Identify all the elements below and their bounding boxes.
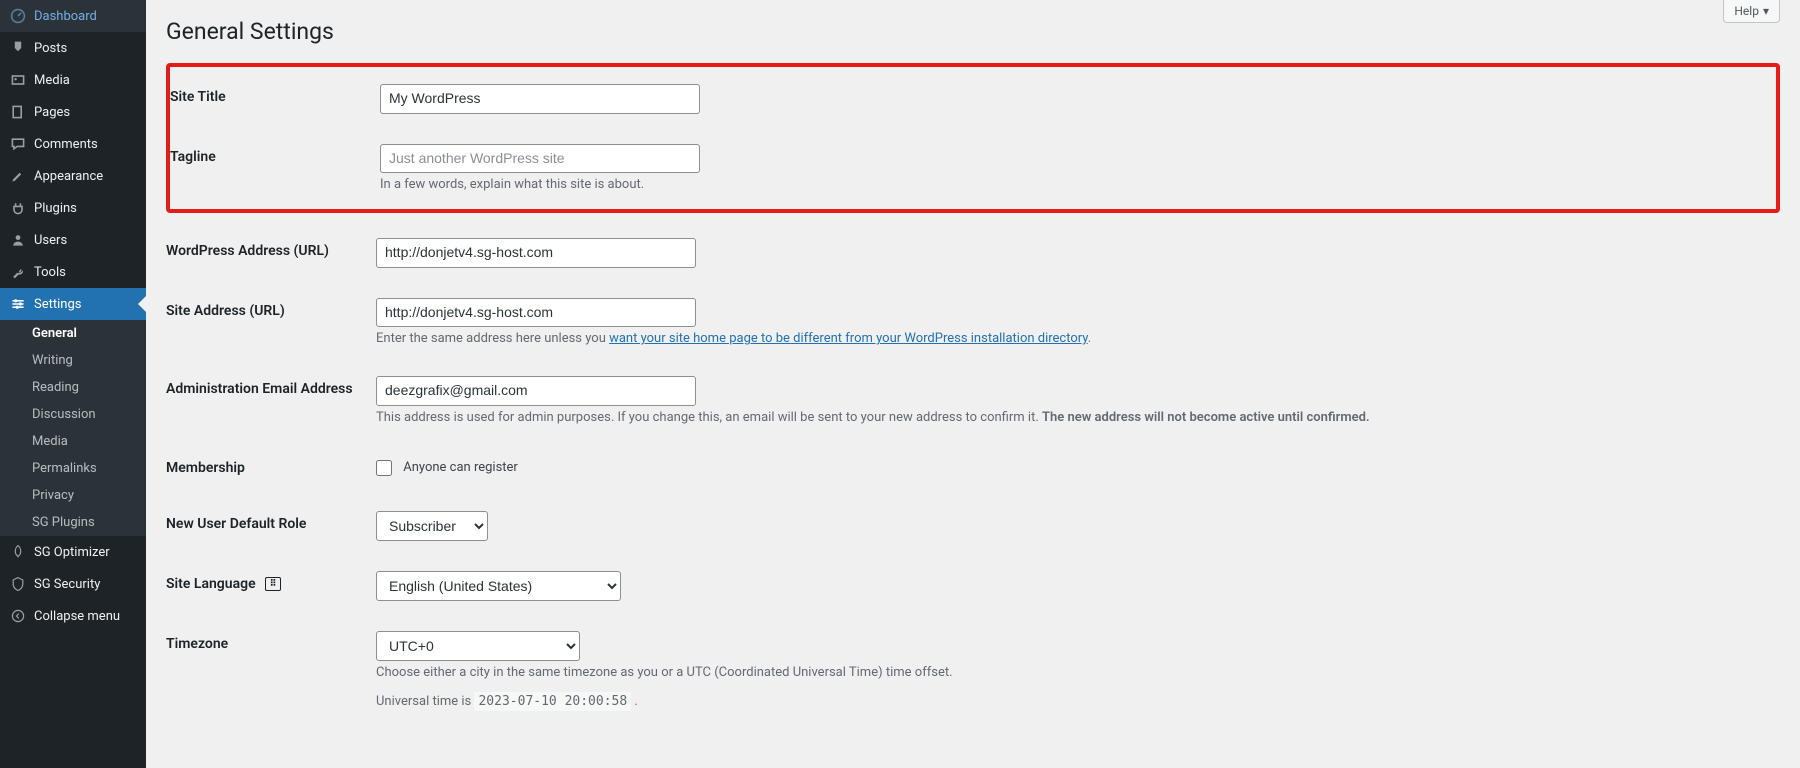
sidebar-item-sg-optimizer[interactable]: SG Optimizer xyxy=(0,536,146,568)
sidebar-item-label: Settings xyxy=(34,297,81,312)
sidebar-item-posts[interactable]: Posts xyxy=(0,32,146,64)
timezone-select[interactable]: UTC+0 xyxy=(376,631,580,661)
wp-address-input[interactable] xyxy=(376,238,696,268)
sidebar-item-appearance[interactable]: Appearance xyxy=(0,160,146,192)
admin-email-description: This address is used for admin purposes.… xyxy=(376,410,1770,425)
sidebar-item-label: Users xyxy=(34,233,67,248)
admin-sidebar: Dashboard Posts Media Pages Comments App… xyxy=(0,0,146,768)
settings-submenu: General Writing Reading Discussion Media… xyxy=(0,320,146,536)
site-title-input[interactable] xyxy=(380,84,700,114)
page-title: General Settings xyxy=(166,18,1780,45)
sidebar-item-label: SG Security xyxy=(34,577,100,592)
submenu-item-reading[interactable]: Reading xyxy=(0,374,146,401)
sidebar-item-label: Tools xyxy=(34,265,66,280)
collapse-icon xyxy=(10,608,26,624)
site-language-select[interactable]: English (United States) xyxy=(376,571,621,601)
tagline-label: Tagline xyxy=(170,129,370,208)
sidebar-item-label: SG Optimizer xyxy=(34,545,110,560)
comment-icon xyxy=(10,136,26,152)
sidebar-item-collapse[interactable]: Collapse menu xyxy=(0,600,146,632)
sidebar-item-plugins[interactable]: Plugins xyxy=(0,192,146,224)
site-address-help-link[interactable]: want your site home page to be different… xyxy=(609,331,1088,346)
sliders-icon xyxy=(10,296,26,312)
rocket-icon xyxy=(10,544,26,560)
site-address-label: Site Address (URL) xyxy=(166,283,366,362)
site-address-input[interactable] xyxy=(376,298,696,328)
timezone-description: Choose either a city in the same timezon… xyxy=(376,665,1770,680)
sidebar-item-label: Comments xyxy=(34,137,98,152)
wp-address-label: WordPress Address (URL) xyxy=(166,223,366,283)
pin-icon xyxy=(10,40,26,56)
universal-time-text: Universal time is 2023-07-10 20:00:58 . xyxy=(376,694,1770,709)
membership-checkbox[interactable] xyxy=(376,460,392,476)
timezone-label: Timezone xyxy=(166,616,366,724)
site-title-label: Site Title xyxy=(170,69,370,129)
chevron-down-icon: ▾ xyxy=(1763,4,1769,18)
translate-icon: ⠿ xyxy=(265,577,281,591)
wrench-icon xyxy=(10,264,26,280)
site-address-description: Enter the same address here unless you w… xyxy=(376,331,1770,346)
default-role-label: New User Default Role xyxy=(166,496,366,556)
submenu-item-media[interactable]: Media xyxy=(0,428,146,455)
submenu-item-discussion[interactable]: Discussion xyxy=(0,401,146,428)
help-tab[interactable]: Help ▾ xyxy=(1723,0,1780,23)
submenu-item-permalinks[interactable]: Permalinks xyxy=(0,455,146,482)
sidebar-item-label: Media xyxy=(34,73,70,88)
help-label: Help xyxy=(1734,4,1759,18)
page-icon xyxy=(10,104,26,120)
sidebar-item-label: Collapse menu xyxy=(34,609,120,624)
submenu-item-general[interactable]: General xyxy=(0,320,146,347)
sidebar-item-label: Posts xyxy=(34,41,67,56)
sidebar-item-sg-security[interactable]: SG Security xyxy=(0,568,146,600)
submenu-item-writing[interactable]: Writing xyxy=(0,347,146,374)
sidebar-item-label: Plugins xyxy=(34,201,77,216)
sidebar-item-users[interactable]: Users xyxy=(0,224,146,256)
sidebar-item-label: Dashboard xyxy=(34,9,97,24)
universal-time-value: 2023-07-10 20:00:58 xyxy=(474,692,631,711)
dashboard-icon xyxy=(10,8,26,24)
sidebar-item-pages[interactable]: Pages xyxy=(0,96,146,128)
sidebar-item-comments[interactable]: Comments xyxy=(0,128,146,160)
default-role-select[interactable]: Subscriber xyxy=(376,511,488,541)
submenu-item-privacy[interactable]: Privacy xyxy=(0,482,146,509)
sidebar-item-label: Appearance xyxy=(34,169,103,184)
main-content: Help ▾ General Settings Site Title Tagli… xyxy=(146,0,1800,768)
site-language-label: Site Language ⠿ xyxy=(166,556,366,616)
user-icon xyxy=(10,232,26,248)
shield-icon xyxy=(10,576,26,592)
membership-label: Membership xyxy=(166,440,366,496)
submenu-item-sg-plugins[interactable]: SG Plugins xyxy=(0,509,146,536)
admin-email-input[interactable] xyxy=(376,376,696,406)
tagline-description: In a few words, explain what this site i… xyxy=(380,177,1766,192)
plug-icon xyxy=(10,200,26,216)
brush-icon xyxy=(10,168,26,184)
sidebar-item-label: Pages xyxy=(34,105,70,120)
admin-email-label: Administration Email Address xyxy=(166,361,366,440)
tagline-input[interactable] xyxy=(380,144,700,174)
sidebar-item-media[interactable]: Media xyxy=(0,64,146,96)
sidebar-item-tools[interactable]: Tools xyxy=(0,256,146,288)
sidebar-item-dashboard[interactable]: Dashboard xyxy=(0,0,146,32)
sidebar-item-settings[interactable]: Settings xyxy=(0,288,146,320)
highlighted-section: Site Title Tagline In a few words, expla… xyxy=(166,63,1780,213)
media-icon xyxy=(10,72,26,88)
membership-checkbox-label[interactable]: Anyone can register xyxy=(376,460,518,475)
